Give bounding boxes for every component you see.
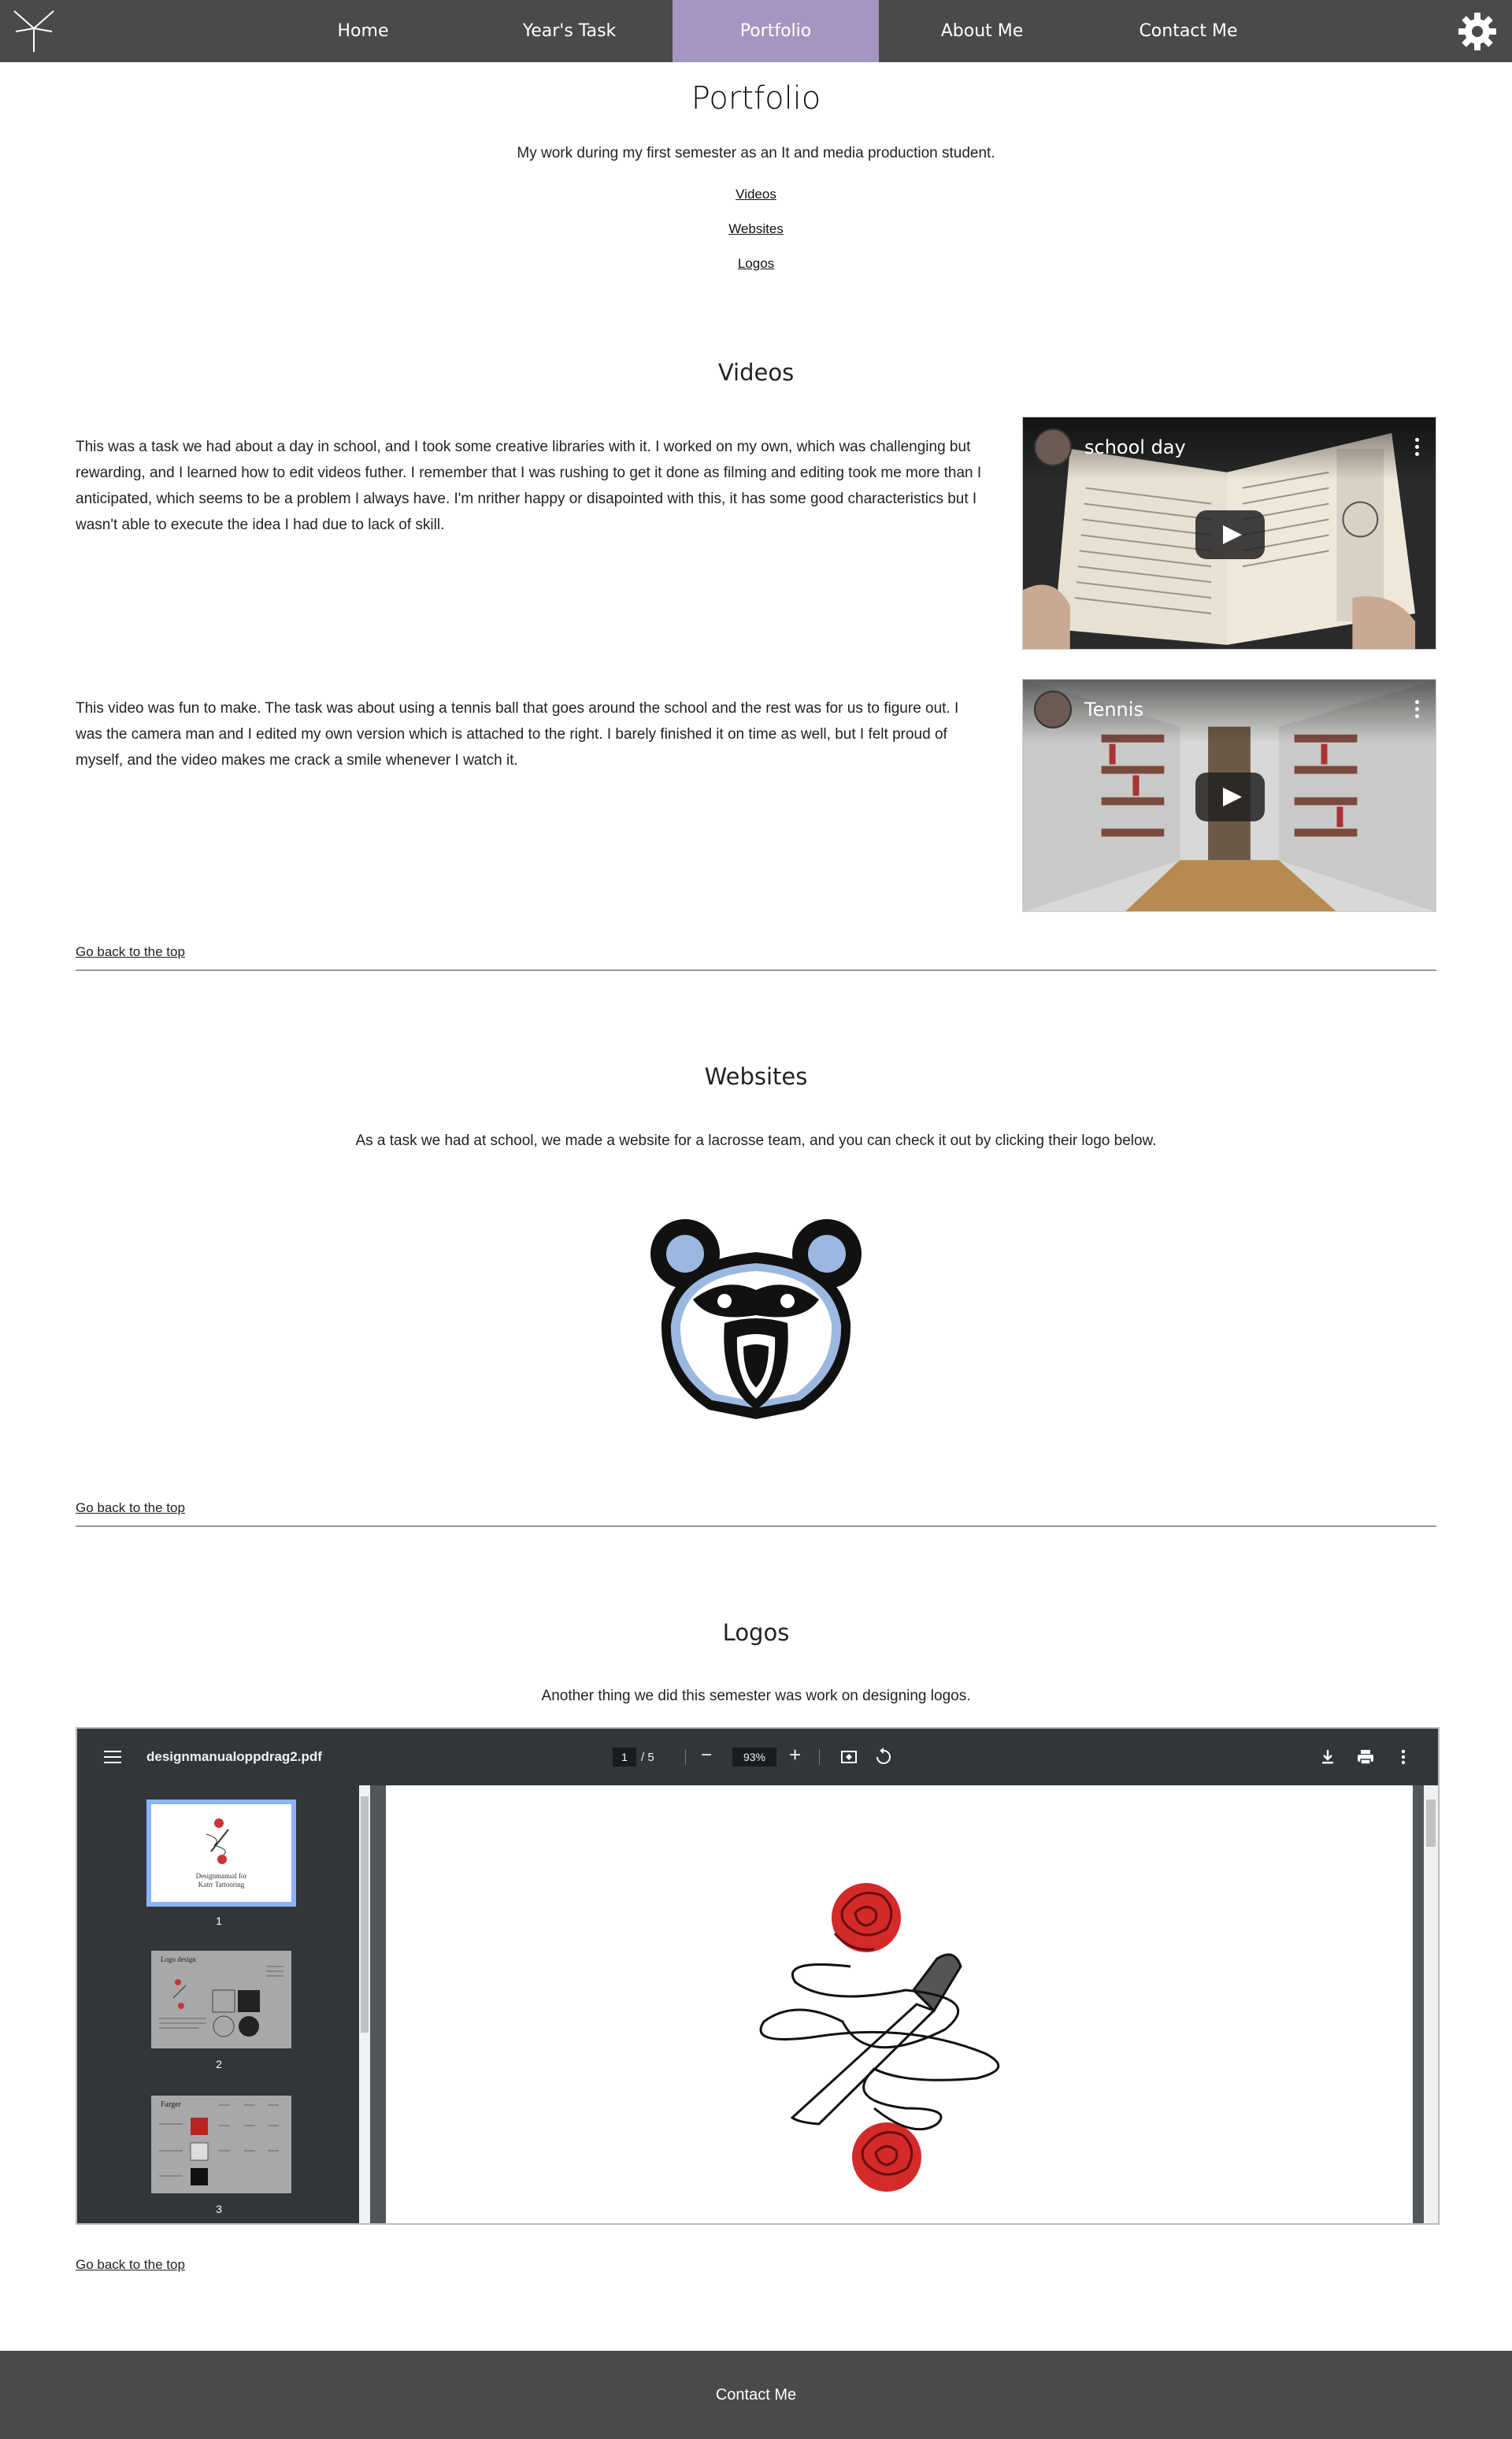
- back-to-top-link[interactable]: Go back to the top: [76, 1500, 185, 1516]
- zoom-level[interactable]: 93%: [732, 1748, 776, 1766]
- pdf-toolbar: designmanualoppdrag2.pdf 1 / 5 − 93% +: [77, 1729, 1438, 1785]
- gear-icon[interactable]: [1457, 11, 1498, 52]
- anchor-link-videos[interactable]: Videos: [736, 187, 776, 202]
- videos-heading: Videos: [717, 359, 795, 386]
- thumbnail-number: 3: [216, 2203, 222, 2215]
- zoom-out-button[interactable]: −: [701, 1744, 712, 1766]
- fit-page-icon[interactable]: [838, 1746, 860, 1768]
- video-embed-school-day[interactable]: school day: [1022, 417, 1436, 650]
- nav-item-about-me[interactable]: About Me: [879, 0, 1085, 62]
- anchor-link-logos[interactable]: Logos: [738, 256, 774, 271]
- more-options-icon[interactable]: [1415, 700, 1420, 719]
- video-title[interactable]: Tennis: [1084, 699, 1143, 721]
- video-embed-tennis[interactable]: Tennis: [1022, 679, 1436, 912]
- nav-item-home[interactable]: Home: [260, 0, 466, 62]
- pdf-thumbnail-1[interactable]: Designmanual for Katrr Tattooring: [146, 1800, 296, 1907]
- video-2-description: This video was fun to make. The task was…: [76, 700, 959, 769]
- footer: Contact Me: [0, 2351, 1512, 2439]
- top-navigation: Home Year's Task Portfolio About Me Cont…: [0, 0, 1512, 62]
- play-button[interactable]: [1195, 773, 1265, 821]
- intro-text: My work during my first semester as an I…: [517, 145, 995, 161]
- download-icon[interactable]: [1317, 1746, 1339, 1768]
- video-title[interactable]: school day: [1084, 436, 1186, 458]
- footer-contact-link[interactable]: Contact Me: [716, 2386, 796, 2404]
- rotate-icon[interactable]: [873, 1746, 895, 1768]
- play-button[interactable]: [1195, 510, 1265, 559]
- logos-heading: Logos: [722, 1619, 790, 1646]
- nav-item-portfolio[interactable]: Portfolio: [673, 0, 879, 62]
- print-icon[interactable]: [1354, 1746, 1377, 1768]
- pdf-thumbnail-sidebar: Designmanual for Katrr Tattooring 1 Logo…: [77, 1785, 361, 2223]
- page-count: / 5: [641, 1751, 654, 1764]
- websites-heading: Websites: [704, 1063, 808, 1090]
- pdf-thumbnail-3[interactable]: Farger: [151, 2096, 291, 2193]
- pdf-filename: designmanualoppdrag2.pdf: [146, 1749, 322, 1764]
- pdf-viewer[interactable]: designmanualoppdrag2.pdf 1 / 5 − 93% + D…: [76, 1727, 1440, 2225]
- anchor-link-websites[interactable]: Websites: [728, 221, 784, 236]
- back-to-top-link[interactable]: Go back to the top: [76, 2257, 185, 2273]
- video-1-description: This was a task we had about a day in sc…: [76, 439, 982, 533]
- zoom-in-button[interactable]: +: [789, 1743, 801, 1767]
- channel-avatar[interactable]: [1034, 428, 1072, 466]
- channel-avatar[interactable]: [1034, 691, 1072, 728]
- websites-description: As a task we had at school, we made a we…: [355, 1132, 1157, 1149]
- section-divider: [76, 969, 1436, 971]
- menu-icon[interactable]: [104, 1751, 121, 1763]
- section-divider: [76, 1525, 1436, 1527]
- nav-item-contact-me[interactable]: Contact Me: [1085, 0, 1292, 62]
- thumbnail-number: 2: [216, 2058, 222, 2070]
- sidebar-scrollbar[interactable]: [359, 1785, 370, 2223]
- more-options-icon[interactable]: [1392, 1746, 1414, 1768]
- page-title: Portfolio: [691, 80, 821, 117]
- page-scrollbar[interactable]: [1424, 1785, 1438, 2223]
- nav-item-years-task[interactable]: Year's Task: [466, 0, 673, 62]
- page-number-input[interactable]: 1: [613, 1748, 636, 1766]
- lacrosse-team-logo[interactable]: [646, 1213, 866, 1425]
- knife-rose-logo-image: [759, 1883, 1000, 2192]
- thumbnail-caption: Designmanual for Katrr Tattooring: [195, 1872, 247, 1889]
- pdf-page: [386, 1785, 1413, 2223]
- logos-description: Another thing we did this semester was w…: [541, 1688, 971, 1704]
- pdf-thumbnail-2[interactable]: Logo design: [151, 1951, 291, 2048]
- thumbnail-number: 1: [216, 1915, 222, 1927]
- site-logo-icon[interactable]: [9, 6, 58, 55]
- back-to-top-link[interactable]: Go back to the top: [76, 944, 185, 960]
- more-options-icon[interactable]: [1415, 438, 1420, 457]
